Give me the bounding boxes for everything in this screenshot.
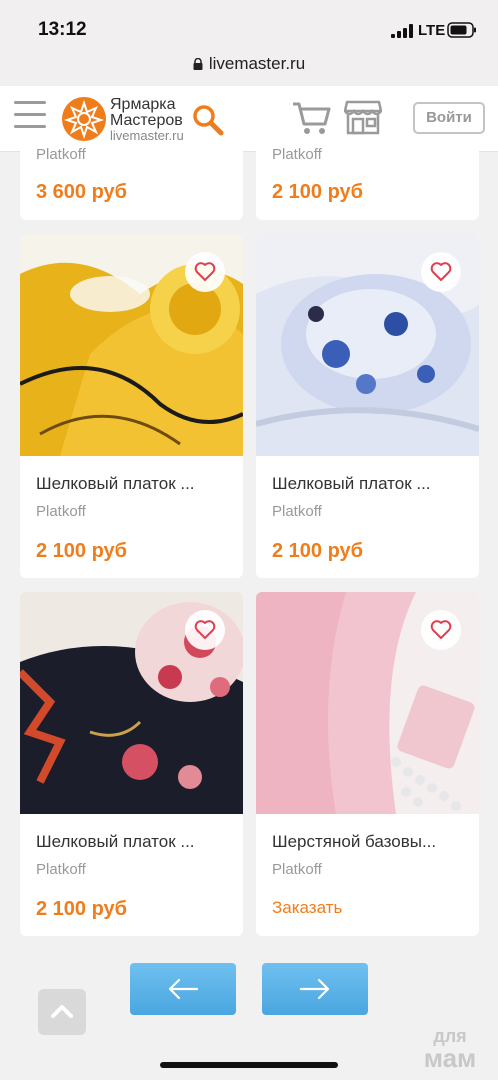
chevron-up-icon bbox=[51, 1005, 73, 1018]
product-card[interactable]: Шелковый платок ... Platkoff 2 100 руб bbox=[256, 234, 479, 578]
network-label: LTE bbox=[418, 22, 446, 39]
product-price: 2 100 руб bbox=[272, 540, 364, 562]
favorite-button[interactable] bbox=[185, 610, 225, 650]
product-price: 2 100 руб bbox=[36, 540, 128, 562]
product-title[interactable]: Шерстяной базовы... bbox=[272, 832, 436, 852]
product-card[interactable]: Шелковый платок ... Platkoff 2 100 руб bbox=[20, 592, 243, 936]
heart-icon bbox=[194, 262, 216, 281]
signal-icon bbox=[391, 24, 413, 38]
product-seller[interactable]: Platkoff bbox=[36, 503, 86, 520]
product-price: 3 600 руб bbox=[36, 181, 128, 203]
heart-icon bbox=[194, 620, 216, 639]
scroll-top-button[interactable] bbox=[38, 989, 86, 1035]
favorite-button[interactable] bbox=[421, 610, 461, 650]
favorite-button[interactable] bbox=[185, 252, 225, 292]
product-seller[interactable]: Platkoff bbox=[272, 503, 322, 520]
status-time: 13:12 bbox=[38, 19, 87, 40]
product-price: 2 100 руб bbox=[272, 181, 364, 203]
product-seller[interactable]: Platkoff bbox=[36, 861, 86, 878]
status-bar: 13:12 LTE bbox=[0, 0, 498, 46]
product-title[interactable]: Шелковый платок ... bbox=[36, 474, 195, 494]
address-bar[interactable]: livemaster.ru bbox=[0, 46, 498, 86]
favorite-button[interactable] bbox=[421, 252, 461, 292]
heart-icon bbox=[430, 262, 452, 281]
product-title[interactable]: Шелковый платок ... bbox=[272, 474, 431, 494]
heart-icon bbox=[430, 620, 452, 639]
product-card[interactable]: Platkoff 2 100 руб bbox=[256, 142, 479, 220]
arrow-right-icon bbox=[299, 978, 330, 1000]
order-link[interactable]: Заказать bbox=[272, 898, 342, 918]
next-page-button[interactable] bbox=[262, 963, 368, 1015]
product-title[interactable]: Шелковый платок ... bbox=[36, 832, 195, 852]
product-price: 2 100 руб bbox=[36, 898, 128, 920]
product-seller[interactable]: Platkoff bbox=[272, 861, 322, 878]
lock-icon bbox=[193, 58, 203, 70]
product-card[interactable]: Platkoff 3 600 руб bbox=[20, 142, 243, 220]
battery-icon bbox=[447, 22, 476, 38]
arrow-left-icon bbox=[168, 978, 199, 1000]
home-indicator[interactable] bbox=[160, 1062, 338, 1068]
watermark: для мам bbox=[423, 1026, 477, 1073]
product-card[interactable]: Шелковый платок ... Platkoff 2 100 руб bbox=[20, 234, 243, 578]
product-card[interactable]: Шерстяной базовы... Platkoff Заказать bbox=[256, 592, 479, 936]
prev-page-button[interactable] bbox=[130, 963, 236, 1015]
url-text: livemaster.ru bbox=[208, 54, 306, 73]
